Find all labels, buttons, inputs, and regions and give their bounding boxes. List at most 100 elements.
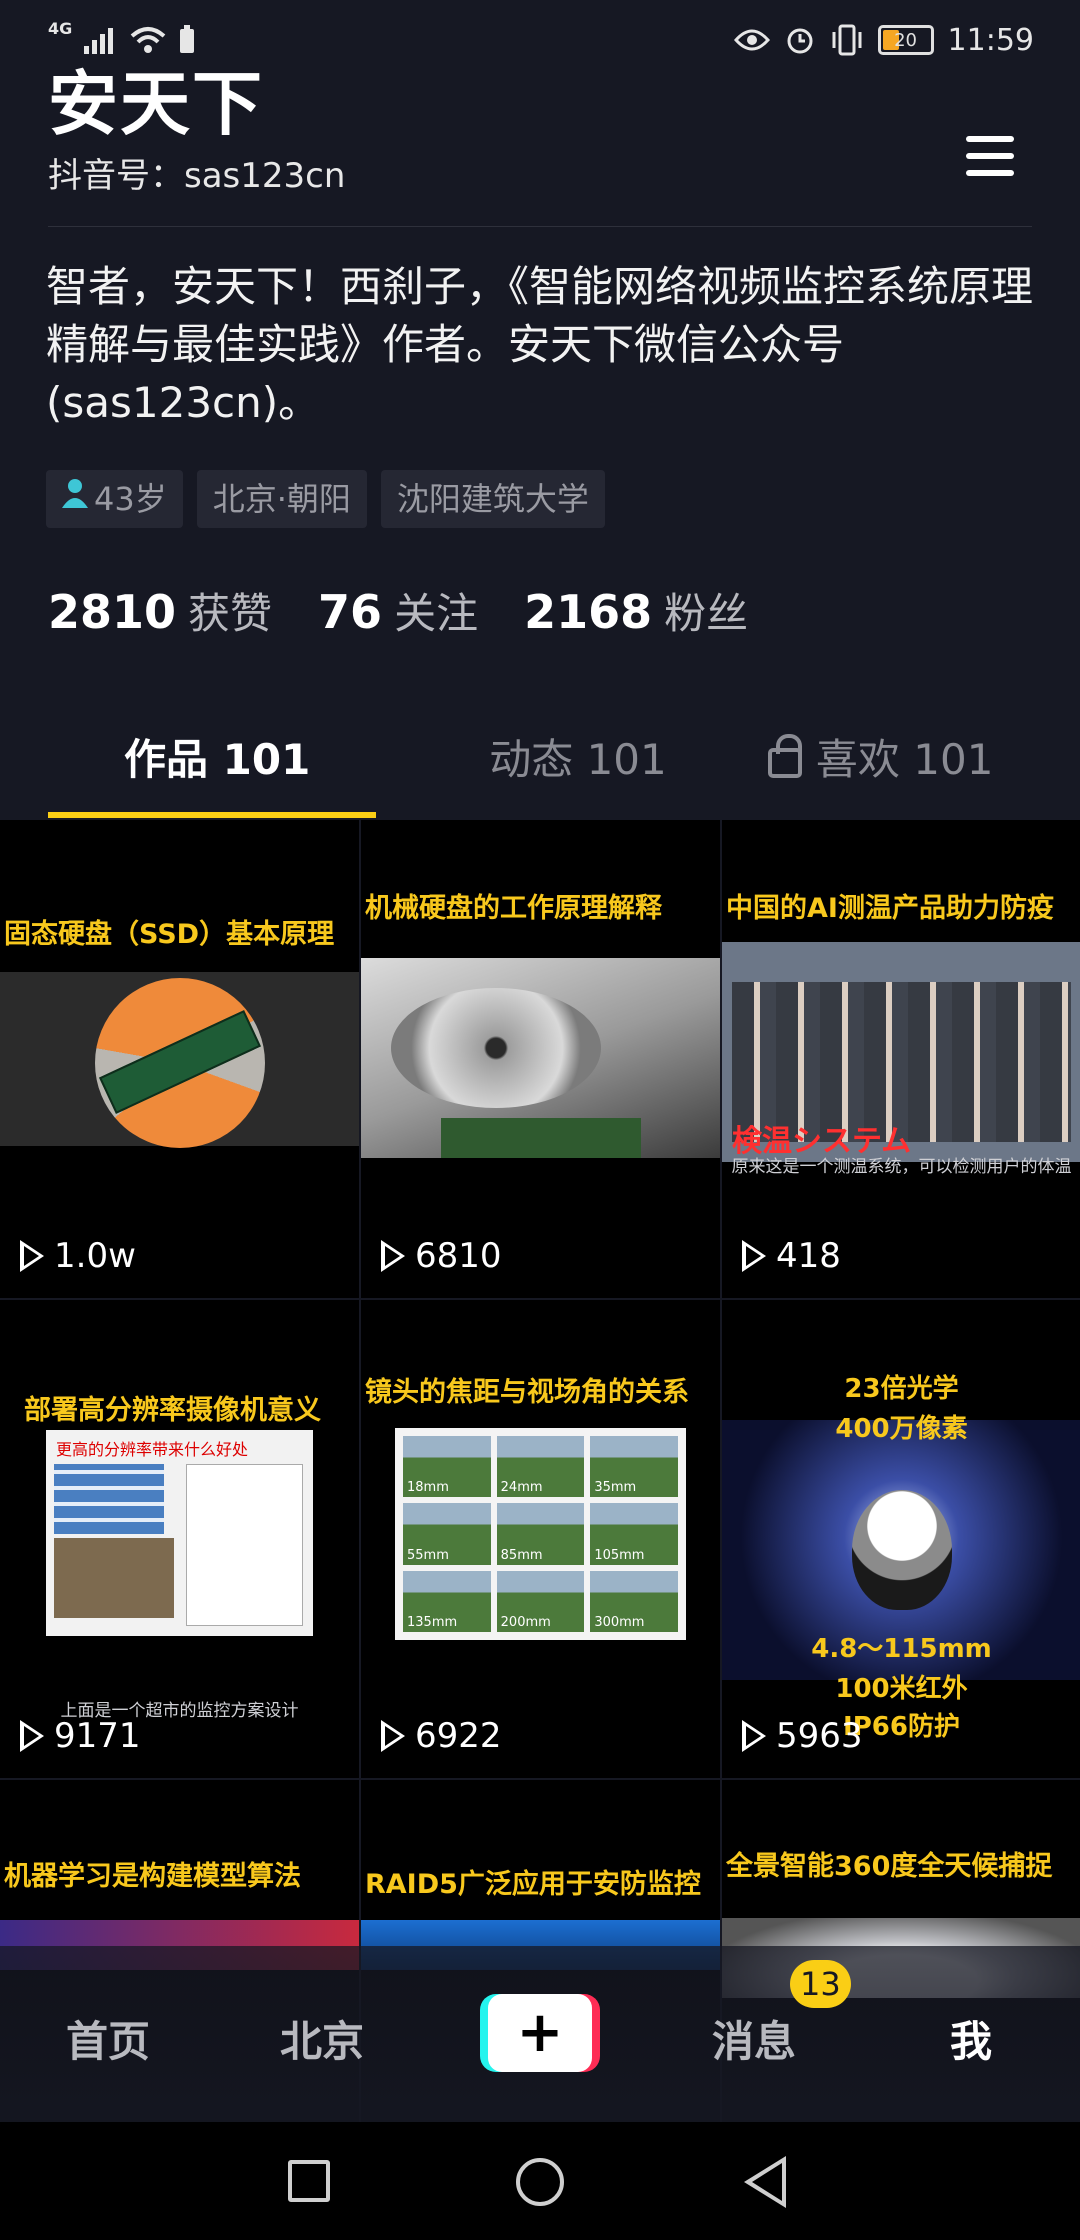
focal-label: 24mm <box>500 1480 543 1496</box>
camera-image <box>852 1490 952 1610</box>
video-caption: 机械硬盘的工作原理解释 <box>365 893 662 924</box>
play-icon <box>20 1240 44 1272</box>
system-nav-bar <box>0 2122 1080 2240</box>
profile-stats: 2810 获赞 76 关注 2168 粉丝 <box>48 580 748 641</box>
home-icon[interactable] <box>516 2158 564 2206</box>
divider <box>48 226 1032 227</box>
video-caption: 机器学习是构建模型算法 <box>4 1861 301 1892</box>
recent-apps-icon[interactable] <box>288 2160 330 2202</box>
tag-age: 43岁 <box>46 470 183 528</box>
status-right: 20 11:59 <box>733 22 1034 58</box>
focal-label: 200mm <box>500 1615 551 1630</box>
video-tile[interactable]: 部署高分辨率摄像机意义 更高的分辨率带来什么好处 上面是一个超市的监控方案设计 … <box>0 1300 359 1778</box>
video-tile[interactable]: 机械硬盘的工作原理解释 6810 <box>361 820 720 1298</box>
doc-heading: 更高的分辨率带来什么好处 <box>56 1440 249 1459</box>
eye-icon <box>733 29 770 51</box>
focal-label: 135mm <box>407 1615 458 1630</box>
play-count: 6810 <box>381 1236 502 1276</box>
stat-likes[interactable]: 2810 获赞 <box>48 580 272 641</box>
video-caption: 部署高分辨率摄像机意义 <box>24 1395 321 1426</box>
play-count: 9171 <box>20 1716 141 1756</box>
video-caption: 全景智能360度全天候捕捉 <box>726 1851 1053 1882</box>
content-tabs: 作品 101 动态 101 喜欢 101 <box>48 730 1032 820</box>
menu-bar <box>966 136 1014 142</box>
bottom-nav: 首页 北京 + 消息 13 我 <box>0 1946 1080 2122</box>
menu-button[interactable] <box>966 136 1014 176</box>
video-thumbnail: 検温システム <box>722 942 1080 1162</box>
nav-me[interactable]: 我 <box>950 2008 992 2069</box>
stat-followers-count: 2168 <box>524 585 653 639</box>
play-count: 5963 <box>742 1716 863 1756</box>
stat-followers[interactable]: 2168 粉丝 <box>524 580 748 641</box>
plus-icon: + <box>488 1994 592 2072</box>
play-count: 6922 <box>381 1716 502 1756</box>
profile-name: 安天下 <box>48 63 264 145</box>
focal-label: 18mm <box>407 1480 449 1496</box>
video-caption-line: 400万像素 <box>835 1414 968 1444</box>
play-count: 418 <box>742 1236 841 1276</box>
video-caption-line: 4.8～115mm <box>811 1634 992 1664</box>
alarm-icon <box>787 28 813 54</box>
focal-label: 105mm <box>594 1547 645 1563</box>
focal-label: 300mm <box>594 1615 645 1630</box>
menu-bar <box>966 170 1014 176</box>
video-subtitle: 原来这是一个测温系统，可以检测用户的体温 <box>731 1157 1072 1177</box>
vibrate-icon <box>832 24 862 56</box>
video-caption: 镜头的焦距与视场角的关系 <box>365 1377 689 1408</box>
play-count-value: 9171 <box>54 1716 141 1756</box>
stat-likes-label: 获赞 <box>188 589 273 638</box>
tag-location: 北京·朝阳 <box>196 470 367 528</box>
play-count-value: 5963 <box>776 1716 863 1756</box>
video-tile[interactable]: 固态硬盘（SSD）基本原理 1.0w <box>0 820 359 1298</box>
tab-likes-label: 喜欢 101 <box>815 735 994 784</box>
play-count-value: 1.0w <box>54 1236 136 1276</box>
play-count-value: 6922 <box>415 1716 502 1756</box>
video-caption-line: 23倍光学 <box>844 1374 959 1404</box>
network-type: 4G <box>48 18 73 38</box>
stat-followers-label: 粉丝 <box>664 589 749 638</box>
stat-following-count: 76 <box>318 585 383 639</box>
nav-messages[interactable]: 消息 <box>712 2008 796 2069</box>
play-icon <box>742 1720 766 1752</box>
play-count-value: 418 <box>776 1236 841 1276</box>
video-tile[interactable]: 中国的AI测温产品助力防疫 検温システム 原来这是一个测温系统，可以检测用户的体… <box>722 820 1080 1298</box>
video-tile[interactable]: 镜头的焦距与视场角的关系 18mm 24mm 35mm 55mm 85mm 10… <box>361 1300 720 1778</box>
nav-home[interactable]: 首页 <box>66 2008 150 2069</box>
stat-following-label: 关注 <box>394 589 479 638</box>
messages-badge: 13 <box>790 1960 851 2008</box>
profile-tags: 43岁 北京·朝阳 沈阳建筑大学 <box>46 470 605 528</box>
focal-label: 35mm <box>594 1480 637 1496</box>
play-count: 1.0w <box>20 1236 136 1276</box>
back-icon[interactable] <box>744 2156 786 2208</box>
tab-likes[interactable]: 喜欢 101 <box>729 730 1032 820</box>
menu-bar <box>966 153 1014 159</box>
clock: 11:59 <box>947 22 1034 58</box>
play-icon <box>381 1240 405 1272</box>
focal-label: 55mm <box>407 1547 449 1563</box>
person-icon <box>62 470 88 528</box>
tab-activity[interactable]: 动态 101 <box>427 730 730 820</box>
nav-city[interactable]: 北京 <box>280 2008 364 2069</box>
focal-label: 85mm <box>500 1547 543 1563</box>
play-count-value: 6810 <box>415 1236 502 1276</box>
video-caption-line: 100米红外 <box>835 1674 968 1704</box>
video-tile[interactable]: 23倍光学 400万像素 4.8～115mm 100米红外 IP66防护 596… <box>722 1300 1080 1778</box>
video-caption: RAID5广泛应用于安防监控 <box>365 1869 701 1900</box>
video-thumbnail: 更高的分辨率带来什么好处 <box>46 1430 313 1636</box>
video-thumbnail <box>361 958 720 1158</box>
stat-following[interactable]: 76 关注 <box>318 580 478 641</box>
create-button[interactable]: + <box>480 1994 600 2072</box>
battery-level: 20 <box>894 29 917 51</box>
douyin-id: 抖音号：sas123cn <box>48 156 346 196</box>
battery-icon: 20 <box>877 25 934 55</box>
tag-school: 沈阳建筑大学 <box>380 470 605 528</box>
lock-icon <box>767 734 802 778</box>
stat-likes-count: 2810 <box>48 585 177 639</box>
play-icon <box>742 1240 766 1272</box>
tab-works[interactable]: 作品 101 <box>48 730 427 820</box>
video-caption: 固态硬盘（SSD）基本原理 <box>4 919 335 950</box>
video-caption: 中国的AI测温产品助力防疫 <box>726 893 1054 924</box>
video-thumbnail <box>0 972 359 1148</box>
tag-age-label: 43岁 <box>94 480 167 518</box>
profile-bio: 智者，安天下！西刹子，《智能网络视频监控系统原理精解与最佳实践》作者。安天下微信… <box>46 262 1034 427</box>
